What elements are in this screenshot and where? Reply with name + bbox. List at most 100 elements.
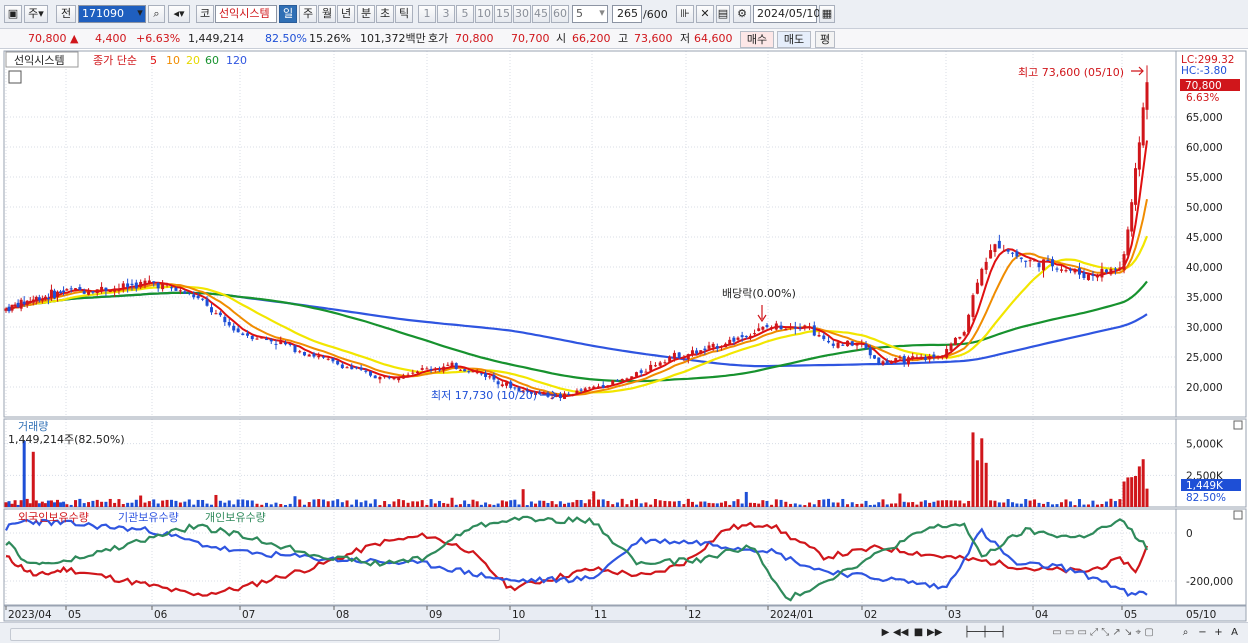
calendar-icon[interactable]: ▦ [819, 5, 835, 23]
candle-body [78, 287, 82, 290]
market-select[interactable]: 주▾ [24, 5, 48, 23]
volume-bar [492, 504, 496, 507]
interval-5[interactable]: 5 [456, 5, 474, 23]
candle-body [192, 294, 196, 298]
volume-bar [928, 502, 932, 507]
candle-body [873, 355, 877, 359]
volume-bar [241, 499, 245, 507]
volume-bar [117, 499, 121, 507]
candle-type-icon[interactable]: ⊪ [676, 5, 694, 23]
volume-bar [885, 504, 889, 507]
candle-body [7, 306, 11, 312]
candle-body [170, 287, 174, 289]
crosshair-icon[interactable]: ✕ [696, 5, 714, 23]
period-year-tab[interactable]: 년 [337, 5, 355, 23]
gear-icon[interactable]: ⚙ [733, 5, 751, 23]
min-annotation: 최저 17,730 (10/20) [431, 389, 537, 402]
x-tick-label: 03 [948, 609, 961, 621]
volume-bar [236, 499, 240, 507]
high-label: 고 [618, 32, 629, 45]
pane-close-icon [1233, 510, 1243, 520]
interval-3[interactable]: 3 [437, 5, 455, 23]
period-day-tab[interactable]: 일 [279, 5, 297, 23]
magnify-icon[interactable]: ⌕ [1178, 626, 1193, 640]
interval-45[interactable]: 45 [532, 5, 550, 23]
buy-button[interactable]: 매수 [740, 31, 774, 48]
candle-body [82, 291, 86, 294]
drawing-tools-icon[interactable]: ▭ ▭ ▭ ⤢ ⤡ ↗ ↘ ⌖ ▢ [1028, 626, 1178, 640]
candle-body [442, 366, 446, 371]
table-icon[interactable] [8, 70, 22, 84]
save-icon[interactable]: ▤ [716, 5, 730, 23]
period-month-tab[interactable]: 월 [318, 5, 336, 23]
volume-bar [1145, 488, 1149, 507]
volume-bar [606, 500, 610, 507]
zoom-slider[interactable]: ├──┼──┤ [950, 626, 1020, 640]
volume-bar [770, 504, 774, 507]
font-size-icon[interactable]: A [1227, 626, 1242, 640]
candle-body [695, 350, 699, 354]
volume-bar [1064, 499, 1068, 507]
candle-body [962, 332, 966, 336]
volume-bar [437, 500, 441, 507]
interval-dropdown-icon[interactable]: ▾ [596, 5, 608, 23]
volume-bar [719, 502, 723, 507]
candle-body [812, 325, 816, 336]
period-minute-tab[interactable]: 분 [357, 5, 375, 23]
volume-bar [7, 501, 11, 507]
period-tick-tab[interactable]: 틱 [395, 5, 413, 23]
candle-body [201, 298, 205, 300]
candle-body [130, 283, 134, 285]
candle-body [433, 368, 437, 371]
volume-bar [808, 502, 812, 507]
volume-bar [143, 502, 147, 507]
candle-body [196, 295, 200, 299]
volume-bar [65, 504, 69, 507]
period-second-tab[interactable]: 초 [376, 5, 394, 23]
interval-10[interactable]: 10 [475, 5, 493, 23]
volume-bar [147, 501, 151, 507]
volume-last-pct: 82.50% [1186, 492, 1226, 504]
zoom-out-icon[interactable]: − [1195, 626, 1210, 640]
sell-button[interactable]: 매도 [777, 31, 811, 48]
chart-scrollbar[interactable] [10, 628, 500, 641]
interval-30[interactable]: 30 [513, 5, 531, 23]
candle-body [587, 387, 591, 389]
volume-bar [69, 504, 73, 507]
period-week-tab[interactable]: 주 [299, 5, 317, 23]
volume-bar [130, 502, 134, 507]
volume-bar [121, 504, 125, 507]
volume-bar [575, 499, 579, 507]
count-input[interactable]: 265 [612, 5, 642, 23]
code-button[interactable]: 코 [196, 5, 214, 23]
prefix-button[interactable]: 전 [56, 5, 76, 23]
candle-body [100, 286, 104, 291]
volume-bar [378, 505, 382, 507]
search-icon[interactable]: ⌕ [148, 5, 165, 23]
interval-60[interactable]: 60 [551, 5, 569, 23]
candle-body [1011, 252, 1015, 254]
candle-body [49, 289, 53, 297]
candle-body [321, 356, 325, 358]
candle-body [369, 371, 373, 376]
scroll-start-icon[interactable]: ◀◀ [893, 626, 908, 640]
interval-1[interactable]: 1 [418, 5, 436, 23]
window-menu-icon[interactable]: ▣ [4, 5, 22, 23]
scroll-end-icon[interactable]: ▶▶ [927, 626, 942, 640]
volume-bar [420, 500, 424, 507]
avg-button[interactable]: 평 [815, 31, 835, 48]
stop-icon[interactable]: ■ [911, 626, 926, 640]
speaker-icon[interactable]: ◂▾ [168, 5, 190, 23]
scroll-right-icon[interactable]: ▶ [878, 626, 893, 640]
candle-body [744, 335, 748, 338]
x-tick-label: 06 [154, 609, 168, 621]
interval-15[interactable]: 15 [494, 5, 512, 23]
x-tick-label: 10 [512, 609, 525, 621]
zoom-in-icon[interactable]: + [1211, 626, 1226, 640]
code-dropdown-icon[interactable]: ▾ [134, 5, 146, 23]
volume-bar [364, 500, 368, 507]
chart-area: 20,000 25,000 30,000 35,000 40,000 45,000 50,0… [0, 49, 1248, 622]
candle-body [288, 343, 292, 345]
candle-body [1109, 269, 1113, 275]
date-input[interactable]: 2024/05/10 [753, 5, 820, 23]
